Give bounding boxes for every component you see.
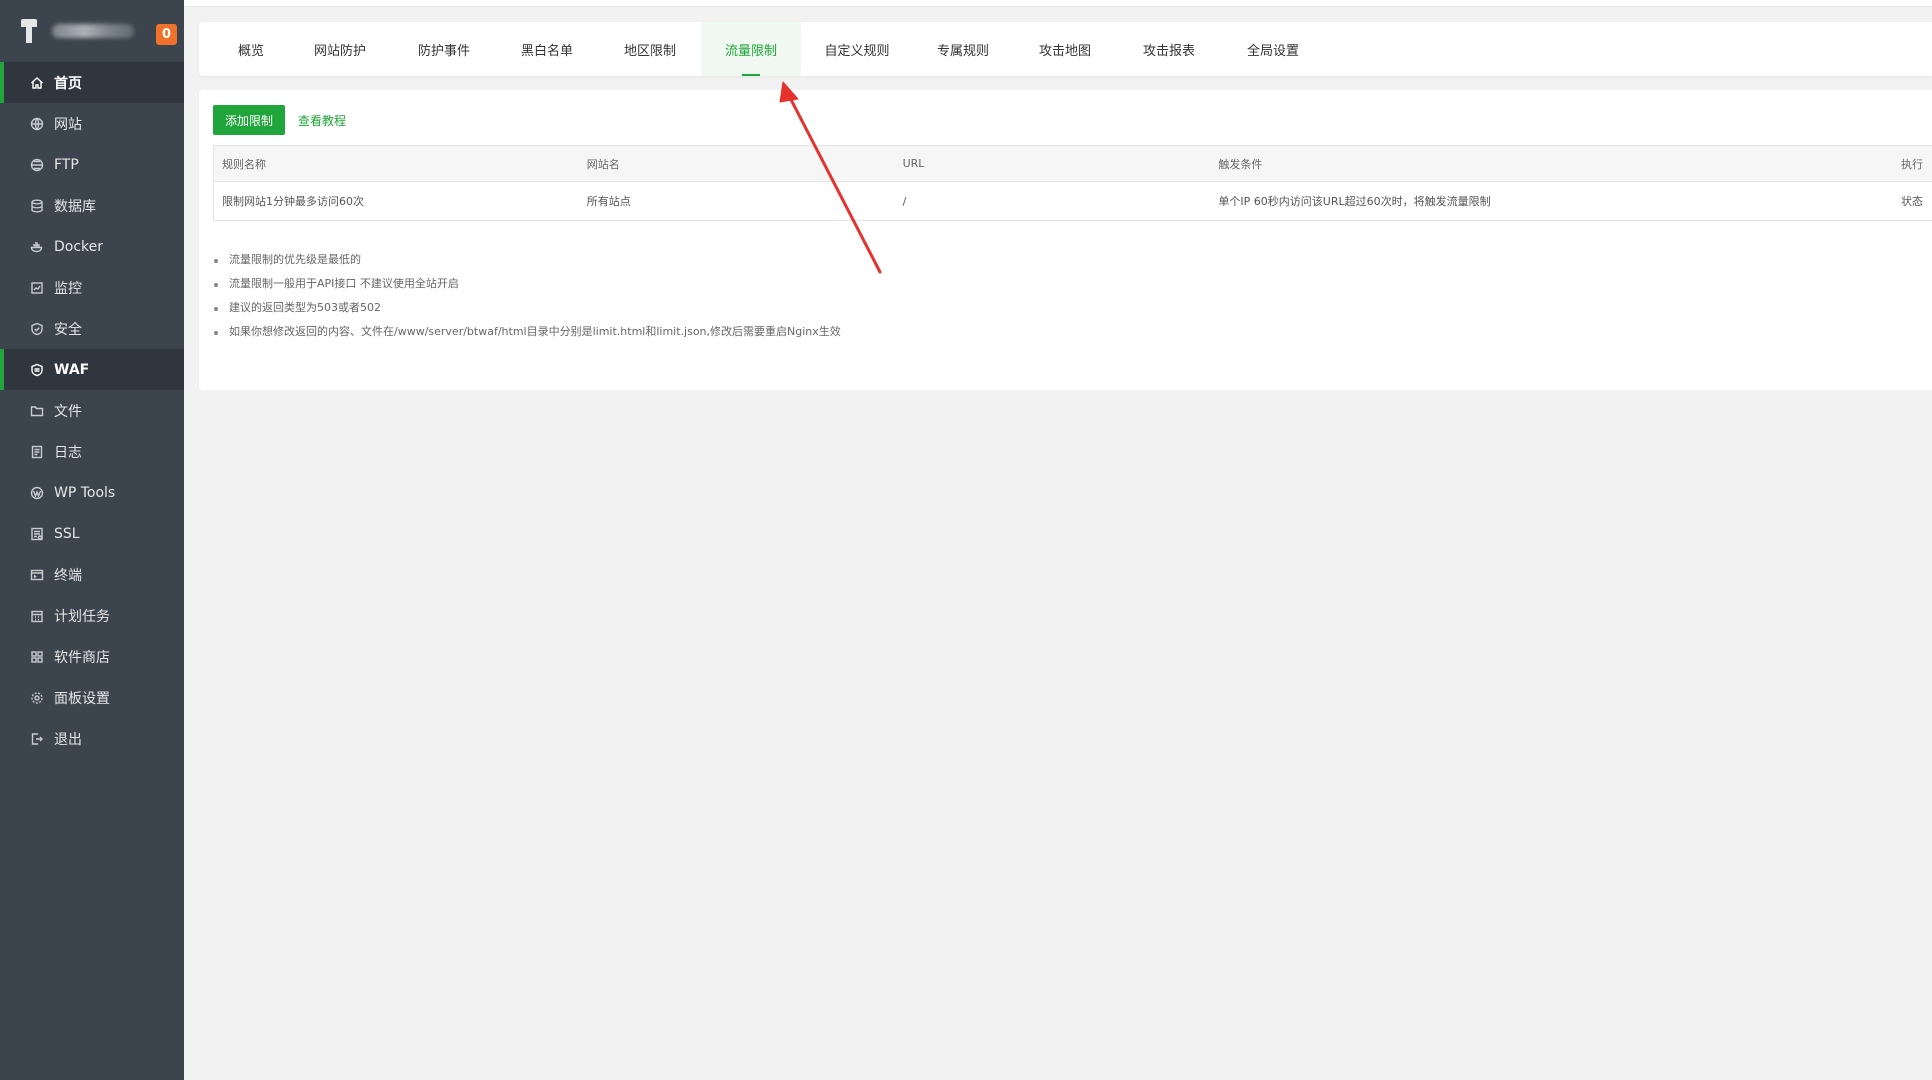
tab-region-limit[interactable]: 地区限制 (599, 22, 701, 76)
database-icon (30, 199, 44, 213)
sidebar-item-home[interactable]: 首页 (0, 62, 184, 103)
list-item: 如果你想修改返回的内容、文件在/www/server/btwaf/html目录中… (213, 320, 841, 344)
cell-action: 状态 (1901, 195, 1923, 208)
folder-icon (30, 404, 44, 418)
sidebar-item-label: 终端 (54, 567, 82, 584)
sidebar-item-label: 首页 (54, 75, 82, 92)
calendar-icon (30, 609, 44, 623)
sidebar-item-logs[interactable]: 日志 (0, 431, 184, 472)
tab-custom-rules[interactable]: 自定义规则 (801, 22, 913, 76)
tab-attack-map[interactable]: 攻击地图 (1013, 22, 1117, 76)
sidebar-item-label: 面板设置 (54, 690, 110, 707)
server-name-blurred (52, 24, 134, 38)
sidebar-item-label: WP Tools (54, 484, 116, 501)
cell-url: / (902, 194, 907, 208)
sidebar-item-label: 网站 (54, 116, 82, 133)
list-item: 建议的返回类型为503或者502 (213, 296, 841, 320)
list-item: 流量限制的优先级是最低的 (213, 248, 841, 272)
cell-trigger-condition: 单个IP 60秒内访问该URL超过60次时，将触发流量限制 (1218, 195, 1491, 208)
sidebar-item-docker[interactable]: Docker (0, 226, 184, 267)
docker-icon (30, 240, 44, 254)
sidebar-item-logout[interactable]: 退出 (0, 718, 184, 759)
tab-overview[interactable]: 概览 (215, 22, 287, 76)
sidebar-item-label: 日志 (54, 444, 82, 461)
tab-black-white-list[interactable]: 黑白名单 (495, 22, 599, 76)
column-header-url: URL (902, 157, 925, 170)
sidebar-item-security[interactable]: 安全 (0, 308, 184, 349)
monitor-icon (30, 281, 44, 295)
sidebar-item-label: 软件商店 (54, 649, 110, 666)
table-header: 规则名称 网站名 URL 触发条件 执行 (214, 146, 1932, 182)
sidebar-item-label: Docker (54, 238, 104, 255)
traffic-limit-panel: 添加限制 查看教程 规则名称 网站名 URL 触发条件 执行 限制网站1分钟最多… (199, 90, 1932, 390)
server-logo-icon (16, 17, 42, 45)
ssl-icon (30, 527, 44, 541)
sidebar-item-label: SSL (54, 525, 80, 542)
tab-global-settings[interactable]: 全局设置 (1221, 22, 1325, 76)
sidebar-item-label: WAF (54, 361, 90, 378)
sidebar-item-label: FTP (54, 156, 79, 173)
home-icon (30, 76, 44, 90)
tab-exclusive-rules[interactable]: 专属规则 (913, 22, 1013, 76)
column-header-rule-name: 规则名称 (222, 157, 266, 171)
cell-rule-name: 限制网站1分钟最多访问60次 (222, 195, 364, 208)
logout-icon (30, 732, 44, 746)
sidebar-item-database[interactable]: 数据库 (0, 185, 184, 226)
sidebar-item-files[interactable]: 文件 (0, 390, 184, 431)
sidebar-item-wp-tools[interactable]: WP Tools (0, 472, 184, 513)
sidebar-menu: 首页 网站 FTP 数据库 Docker 监控 安全 WAF 文件 日志 WP … (0, 62, 184, 759)
sidebar-item-terminal[interactable]: 终端 (0, 554, 184, 595)
column-header-action: 执行 (1901, 157, 1923, 171)
add-limit-button[interactable]: 添加限制 (213, 105, 286, 135)
sidebar-item-panel-settings[interactable]: 面板设置 (0, 677, 184, 718)
list-item: 流量限制一般用于API接口 不建议使用全站开启 (213, 272, 841, 296)
waf-tab-bar: 概览 网站防护 防护事件 黑白名单 地区限制 流量限制 自定义规则 专属规则 攻… (199, 22, 1932, 76)
tab-traffic-limit[interactable]: 流量限制 (701, 22, 801, 76)
cell-site-name: 所有站点 (586, 195, 631, 208)
terminal-icon (30, 568, 44, 582)
column-header-site-name: 网站名 (586, 157, 620, 171)
column-header-trigger-condition: 触发条件 (1218, 157, 1263, 171)
sidebar-item-ftp[interactable]: FTP (0, 144, 184, 185)
grid-icon (30, 650, 44, 664)
sidebar-item-label: 数据库 (54, 198, 96, 215)
table-row: 限制网站1分钟最多访问60次 所有站点 / 单个IP 60秒内访问该URL超过6… (214, 182, 1932, 220)
sidebar-item-label: 安全 (54, 321, 82, 338)
top-bar (184, 0, 1932, 7)
notification-badge[interactable]: 0 (156, 24, 177, 45)
toolbar: 添加限制 查看教程 (213, 105, 346, 135)
sidebar-item-label: 监控 (54, 280, 82, 297)
sidebar-item-label: 文件 (54, 403, 82, 420)
log-icon (30, 445, 44, 459)
globe-icon (30, 117, 44, 131)
sidebar-item-cron[interactable]: 计划任务 (0, 595, 184, 636)
sidebar-item-waf[interactable]: WAF (0, 349, 184, 390)
sidebar-item-ssl[interactable]: SSL (0, 513, 184, 554)
sidebar-item-label: 退出 (54, 731, 82, 748)
wordpress-icon (30, 486, 44, 500)
sidebar-item-website[interactable]: 网站 (0, 103, 184, 144)
shield-icon (30, 322, 44, 336)
sidebar: 0 首页 网站 FTP 数据库 Docker 监控 安全 WAF 文件 日志 W… (0, 0, 184, 1080)
tab-protection-events[interactable]: 防护事件 (393, 22, 495, 76)
waf-shield-icon (30, 363, 44, 377)
view-tutorial-link[interactable]: 查看教程 (298, 112, 346, 129)
tab-attack-report[interactable]: 攻击报表 (1117, 22, 1221, 76)
sidebar-item-monitor[interactable]: 监控 (0, 267, 184, 308)
ftp-icon (30, 158, 44, 172)
sidebar-header: 0 (0, 0, 184, 62)
sidebar-item-app-store[interactable]: 软件商店 (0, 636, 184, 677)
tab-site-protection[interactable]: 网站防护 (287, 22, 393, 76)
sidebar-item-label: 计划任务 (54, 608, 110, 625)
help-notes: 流量限制的优先级是最低的 流量限制一般用于API接口 不建议使用全站开启 建议的… (213, 248, 841, 344)
traffic-limit-table: 规则名称 网站名 URL 触发条件 执行 限制网站1分钟最多访问60次 所有站点… (213, 145, 1932, 221)
gear-icon (30, 691, 44, 705)
